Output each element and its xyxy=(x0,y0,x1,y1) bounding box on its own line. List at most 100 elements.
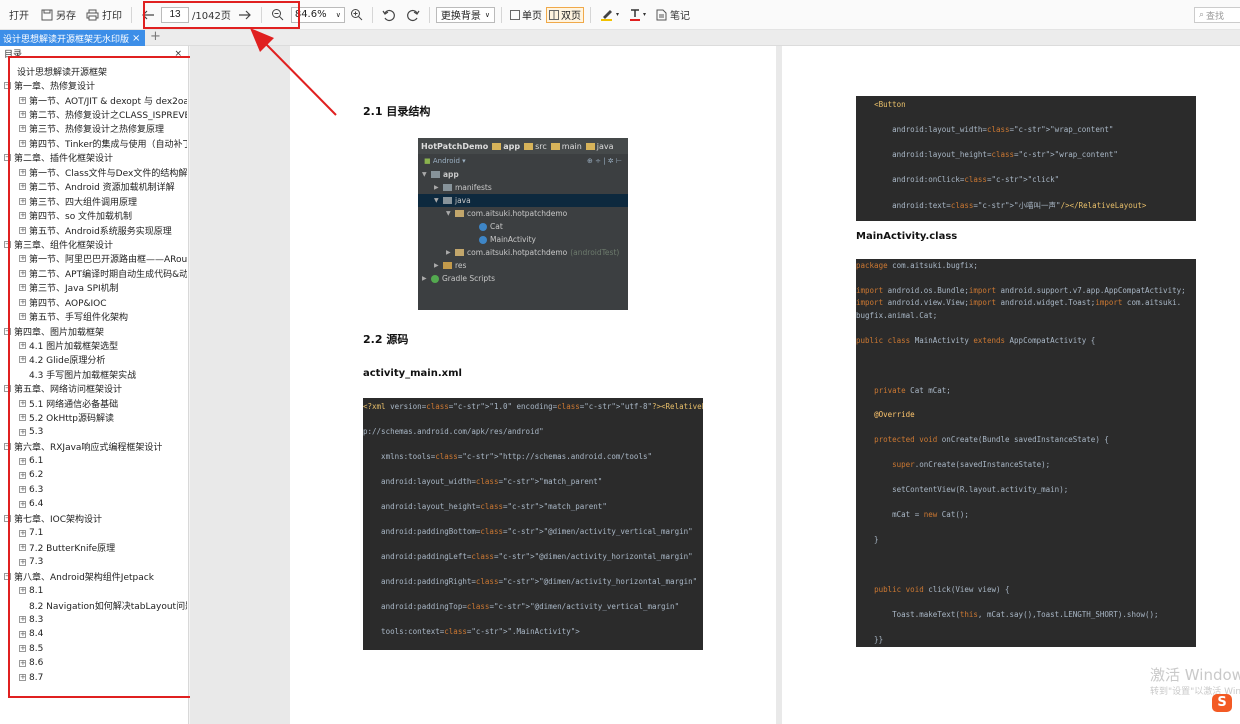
ide-breadcrumb-item: main xyxy=(550,142,582,151)
code-line: setContentView(R.layout.activity_main); xyxy=(856,485,1069,495)
single-page-button[interactable]: 单页 xyxy=(508,7,544,23)
code-block-button: <Button android:layout_width=class="c-st… xyxy=(856,96,1196,221)
code-line: <Button xyxy=(874,100,906,109)
open-label: 打开 xyxy=(9,11,29,22)
code-line: android:layout_width=class="c-str">"matc… xyxy=(363,477,603,486)
double-page-icon xyxy=(548,9,559,20)
code-line: protected void onCreate(Bundle savedInst… xyxy=(874,435,1109,445)
open-button[interactable]: 打开 xyxy=(6,4,32,26)
code-line: xmlns:tools=class="c-str">"http://schema… xyxy=(363,452,652,461)
save-as-button[interactable]: 另存 xyxy=(38,4,79,26)
tree-toggle-icon: ▶ xyxy=(434,262,439,269)
print-label: 打印 xyxy=(102,11,122,22)
code-line: android:paddingLeft=class="c-str">"@dime… xyxy=(363,552,693,561)
code-line: import android.view.View;import android.… xyxy=(856,298,1182,308)
ide-tree-node: ▼ app xyxy=(422,170,459,179)
zoom-in-button[interactable] xyxy=(347,4,366,26)
toolbar-divider xyxy=(500,6,502,23)
code-line: android:onClick=class="c-str">"click" xyxy=(856,175,1060,184)
note-button[interactable]: 笔记 xyxy=(653,4,693,26)
ide-tree-node: ▼ com.aitsuki.hotpatchdemo xyxy=(446,209,568,218)
rotate-ccw-icon xyxy=(382,9,395,21)
change-background-label: 更换背景 xyxy=(440,11,481,22)
ide-tree-node: ▶ Gradle Scripts xyxy=(422,274,495,283)
double-page-label: 双页 xyxy=(560,11,581,22)
chevron-down-icon: ∨ xyxy=(484,10,490,19)
document-canvas[interactable]: 2.1 目录结构 HotPatchDemo app src main java ■ An… xyxy=(190,46,1240,724)
code-line: package com.aitsuki.bugfix; xyxy=(856,261,978,270)
code-line: } xyxy=(856,534,879,544)
folder-icon xyxy=(550,142,560,150)
folder-icon xyxy=(492,142,502,150)
ide-project-tree: ▼ app ▶ manifests ▼ java ▼ com.aitsuki.hotpatch… xyxy=(418,168,628,285)
add-tab-button[interactable]: + xyxy=(150,29,161,44)
tree-toggle-icon: ▶ xyxy=(446,249,451,256)
tab-document[interactable]: 设计思想解读开源框架无水印版 × xyxy=(0,30,145,46)
tree-toggle-icon: ▼ xyxy=(434,197,439,204)
code-block-main-activity: package com.aitsuki.bugfix; import androi… xyxy=(856,259,1196,647)
close-icon[interactable]: × xyxy=(132,33,140,44)
zoom-in-icon xyxy=(350,9,363,21)
folder-icon xyxy=(443,184,452,191)
single-page-label: 单页 xyxy=(521,11,542,22)
code-line: android:layout_height=class="c-str">"wra… xyxy=(856,150,1118,159)
text-color-button[interactable]: ▾ xyxy=(626,4,649,26)
toolbar-divider xyxy=(428,6,430,23)
code-line: import android.os.Bundle;import android.… xyxy=(856,285,1186,295)
page-left: 2.1 目录结构 HotPatchDemo app src main java ■ An… xyxy=(290,46,776,724)
windows-activation-watermark: 激活 Windows xyxy=(1150,666,1240,684)
print-button[interactable]: 打印 xyxy=(83,4,125,26)
code-line: android:paddingTop=class="c-str">"@dimen… xyxy=(363,602,680,611)
double-page-button[interactable]: 双页 xyxy=(545,6,584,23)
ide-tree-node: ▶ res xyxy=(434,261,467,270)
folder-icon xyxy=(431,171,440,178)
caret-down-icon: ▾ xyxy=(615,11,619,18)
highlight-box-toc xyxy=(8,56,196,698)
toolbar-divider xyxy=(371,6,373,23)
search-input[interactable]: ⌕ 查找 xyxy=(1194,7,1240,23)
single-page-icon xyxy=(509,9,520,20)
ide-breadcrumb: HotPatchDemo app src main java xyxy=(418,138,628,154)
package-icon xyxy=(455,210,464,217)
tree-toggle-icon: ▶ xyxy=(434,184,439,191)
ide-tree-node: Cat xyxy=(418,220,628,233)
section-heading-2-2: 2.2 源码 xyxy=(363,333,409,346)
code-line: p://schemas.android.com/apk/res/android" xyxy=(363,427,544,436)
search-icon: ⌕ xyxy=(1199,10,1205,20)
folder-icon xyxy=(585,142,595,150)
rotate-left-button[interactable] xyxy=(379,4,399,26)
code-line: android:paddingRight=class="c-str">"@dim… xyxy=(363,577,698,586)
change-background-select[interactable]: 更换背景 ∨ xyxy=(435,6,495,23)
note-icon xyxy=(656,9,667,20)
highlighter-button[interactable]: ▾ xyxy=(597,4,622,26)
section-heading-2-1: 2.1 目录结构 xyxy=(363,105,431,118)
caret-down-icon: ▾ xyxy=(642,11,646,18)
code-line: android:layout_height=class="c-str">"mat… xyxy=(363,502,607,511)
ide-tree-node: ▶ manifests xyxy=(434,183,492,192)
ide-breadcrumb-item: app xyxy=(492,142,520,151)
code-line: android:text=class="c-str">"小喵叫一声"/></Re… xyxy=(856,201,1147,210)
ime-tray-icon[interactable]: S xyxy=(1212,694,1232,712)
ide-tree-node: MainActivity xyxy=(418,233,628,246)
file-label-main-activity: MainActivity.class xyxy=(856,231,958,242)
tree-toggle-icon: ▶ xyxy=(422,275,427,282)
package-icon xyxy=(455,249,464,256)
folder-icon xyxy=(443,197,452,204)
code-line: bugfix.animal.Cat; xyxy=(856,310,938,320)
folder-icon xyxy=(524,142,534,150)
code-line: }} xyxy=(856,634,884,644)
ide-toolbar-icons: ⊕ ÷ | ✲ ⊢ xyxy=(587,157,622,165)
ide-view-bar: ■ Android ▾ ⊕ ÷ | ✲ ⊢ xyxy=(418,154,628,168)
tab-title: 设计思想解读开源框架无水印版 xyxy=(3,34,129,45)
ide-breadcrumb-item: src xyxy=(524,142,547,151)
ide-breadcrumb-item: java xyxy=(585,142,614,151)
res-folder-icon xyxy=(443,262,452,269)
code-line: android:paddingBottom=class="c-str">"@di… xyxy=(363,527,693,536)
chevron-down-icon: ∨ xyxy=(335,10,341,19)
code-line: mCat = new Cat(); xyxy=(856,510,969,519)
code-line: @Override xyxy=(874,410,915,420)
code-line: <?xml version=class="c-str">"1.0" encodi… xyxy=(363,402,703,411)
rotate-right-button[interactable] xyxy=(403,4,423,26)
printer-icon xyxy=(86,9,99,20)
ide-tree-node: ▶ com.aitsuki.hotpatchdemo (androidTest) xyxy=(446,248,620,257)
